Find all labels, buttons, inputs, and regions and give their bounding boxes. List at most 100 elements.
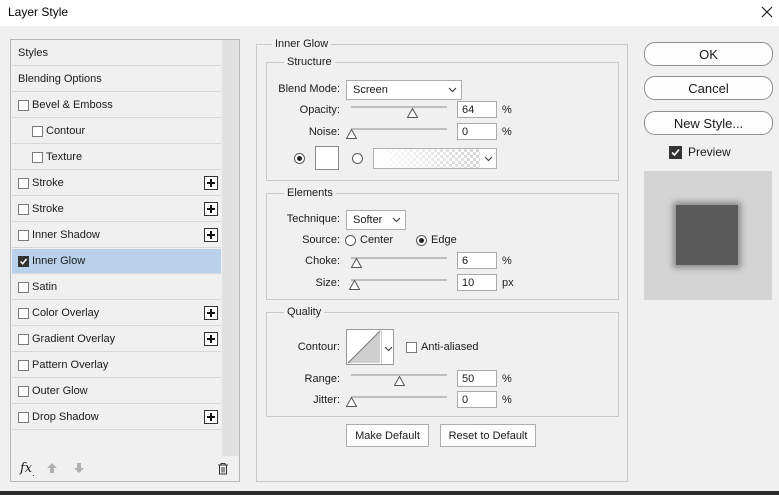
opacity-unit: % — [502, 104, 512, 116]
technique-label: Technique: — [286, 213, 340, 225]
style-checkbox[interactable] — [18, 334, 29, 345]
style-checkbox[interactable] — [18, 178, 29, 189]
window-title: Layer Style — [8, 5, 69, 19]
style-checkbox[interactable] — [18, 386, 29, 397]
add-style-icon[interactable] — [204, 202, 218, 216]
add-style-icon[interactable] — [204, 332, 218, 346]
style-item-label: Bevel & Emboss — [32, 99, 113, 111]
style-checkbox[interactable] — [18, 360, 29, 371]
style-checkbox[interactable] — [18, 412, 29, 423]
blend-mode-value: Screen — [353, 84, 388, 96]
range-unit: % — [502, 373, 512, 385]
styles-list-item[interactable]: Inner Shadow — [12, 223, 221, 248]
trash-icon[interactable] — [217, 462, 229, 475]
opacity-input[interactable]: 64 — [457, 101, 497, 118]
preview-label: Preview — [688, 145, 731, 159]
styles-list-item[interactable]: Texture — [12, 145, 221, 170]
style-item-label: Stroke — [32, 177, 64, 189]
technique-select[interactable]: Softer — [346, 210, 406, 230]
source-label: Source: — [302, 234, 340, 246]
title-bar — [0, 0, 779, 26]
range-input[interactable]: 50 — [457, 370, 497, 387]
styles-list-item[interactable]: Outer Glow — [12, 379, 221, 404]
noise-input[interactable]: 0 — [457, 123, 497, 140]
contour-picker[interactable] — [346, 329, 394, 365]
choke-slider-track[interactable] — [351, 257, 447, 259]
styles-list-item[interactable]: Styles — [12, 41, 221, 66]
preview-checkbox[interactable] — [669, 146, 682, 159]
add-style-icon[interactable] — [204, 228, 218, 242]
reset-default-button[interactable]: Reset to Default — [440, 424, 536, 447]
quality-title: Quality — [284, 306, 325, 318]
jitter-input[interactable]: 0 — [457, 391, 497, 408]
styles-list-item[interactable]: Satin — [12, 275, 221, 300]
opacity-slider-track[interactable] — [351, 106, 447, 108]
style-checkbox[interactable] — [18, 100, 29, 111]
style-item-label: Pattern Overlay — [32, 359, 109, 371]
style-item-label: Satin — [32, 281, 58, 293]
chevron-down-icon — [392, 217, 401, 223]
anti-aliased-checkbox[interactable] — [406, 342, 417, 353]
make-default-button[interactable]: Make Default — [346, 424, 429, 447]
ok-button[interactable]: OK — [644, 42, 773, 66]
source-center-radio[interactable] — [345, 235, 356, 246]
styles-list-item[interactable]: Stroke — [12, 197, 221, 222]
window-bottom-border — [0, 491, 779, 495]
style-item-label: Inner Shadow — [32, 229, 100, 241]
color-radio[interactable] — [294, 153, 305, 164]
preview-square — [676, 205, 738, 265]
choke-slider-thumb[interactable] — [351, 258, 363, 268]
add-style-icon[interactable] — [204, 410, 218, 424]
styles-list-item[interactable]: Blending Options — [12, 67, 221, 92]
size-slider-thumb[interactable] — [349, 280, 361, 290]
close-icon[interactable] — [756, 3, 778, 23]
size-slider-track[interactable] — [351, 279, 447, 281]
range-slider-thumb[interactable] — [393, 376, 405, 386]
styles-list-item[interactable]: Drop Shadow — [12, 405, 221, 430]
style-checkbox[interactable] — [18, 204, 29, 215]
contour-preview-icon — [347, 330, 381, 364]
move-up-icon[interactable] — [46, 462, 58, 474]
size-input[interactable]: 10 — [457, 274, 497, 291]
blend-mode-select[interactable]: Screen — [346, 80, 462, 100]
styles-list-item[interactable]: Inner Glow — [12, 249, 221, 274]
chevron-down-icon — [448, 87, 457, 93]
technique-value: Softer — [353, 214, 383, 226]
style-checkbox[interactable] — [32, 152, 43, 163]
styles-list-item[interactable]: Bevel & Emboss — [12, 93, 221, 118]
gradient-radio[interactable] — [352, 153, 363, 164]
add-style-icon[interactable] — [204, 306, 218, 320]
color-swatch[interactable] — [315, 146, 339, 170]
style-checkbox[interactable] — [18, 282, 29, 293]
styles-list-item[interactable]: Gradient Overlay — [12, 327, 221, 352]
range-label: Range: — [304, 373, 340, 385]
styles-list-item[interactable]: Contour — [12, 119, 221, 144]
style-checkbox[interactable] — [18, 256, 29, 267]
source-edge-radio[interactable] — [416, 235, 427, 246]
jitter-slider-track[interactable] — [351, 396, 447, 398]
size-unit: px — [502, 277, 514, 289]
style-item-label: Color Overlay — [32, 307, 100, 319]
add-style-icon[interactable] — [204, 176, 218, 190]
choke-unit: % — [502, 255, 512, 267]
elements-title: Elements — [284, 187, 336, 199]
source-edge-label: Edge — [431, 234, 457, 246]
move-down-icon[interactable] — [73, 462, 85, 474]
noise-slider-thumb[interactable] — [345, 129, 357, 139]
styles-list-scrollbar[interactable] — [222, 40, 239, 456]
opacity-slider-thumb[interactable] — [406, 108, 418, 118]
jitter-slider-thumb[interactable] — [345, 397, 357, 407]
styles-list-item[interactable]: Stroke — [12, 171, 221, 196]
style-checkbox[interactable] — [32, 126, 43, 137]
choke-input[interactable]: 6 — [457, 252, 497, 269]
gradient-picker[interactable] — [373, 148, 497, 169]
noise-slider-track[interactable] — [351, 128, 447, 130]
style-checkbox[interactable] — [18, 230, 29, 241]
cancel-button[interactable]: Cancel — [644, 76, 773, 100]
style-checkbox[interactable] — [18, 308, 29, 319]
styles-list-item[interactable]: Color Overlay — [12, 301, 221, 326]
styles-list-item[interactable]: Pattern Overlay — [12, 353, 221, 378]
fx-button[interactable]: fx — [20, 461, 32, 476]
style-item-label: Stroke — [32, 203, 64, 215]
new-style-button[interactable]: New Style... — [644, 111, 773, 135]
